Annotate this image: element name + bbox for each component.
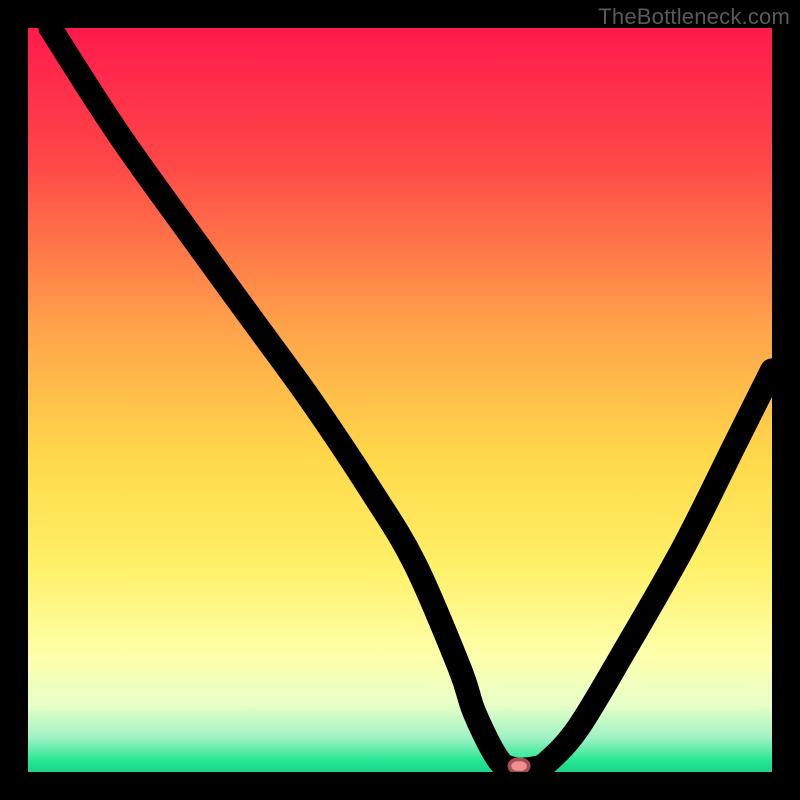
chart-svg bbox=[28, 28, 772, 772]
watermark-text: TheBottleneck.com bbox=[598, 4, 790, 30]
gradient-background bbox=[28, 28, 772, 772]
plot-area bbox=[28, 28, 772, 772]
chart-frame: TheBottleneck.com bbox=[0, 0, 800, 800]
optimal-point-marker bbox=[509, 759, 528, 772]
